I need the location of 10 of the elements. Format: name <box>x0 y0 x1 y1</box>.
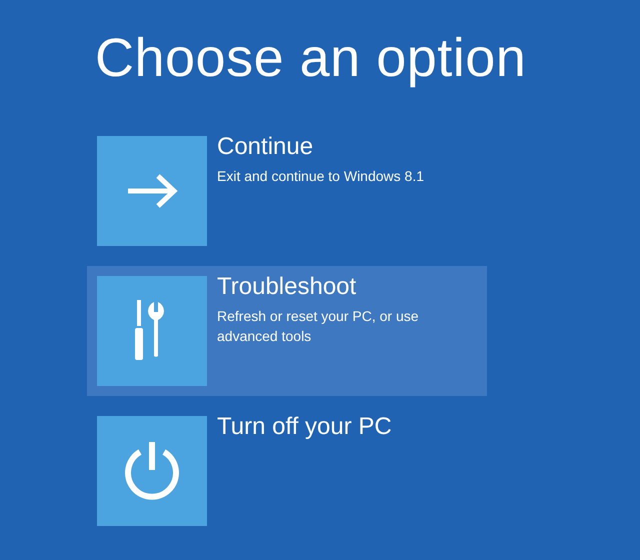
option-description: Refresh or reset your PC, or use advanced tools <box>217 307 420 346</box>
option-title: Troubleshoot <box>217 276 358 298</box>
option-title: Continue <box>217 136 314 158</box>
arrow-icon <box>126 173 178 209</box>
option-item[interactable]: Troubleshoot Refresh or reset your PC, or use advanced tools <box>87 266 487 396</box>
option-item[interactable]: Turn off your PC <box>87 406 487 536</box>
option-description: Exit and continue to Windows 8.1 <box>217 167 426 186</box>
page-title: Choose an option <box>95 27 528 90</box>
option-item[interactable]: Continue Exit and continue to Windows 8.1 <box>87 126 487 256</box>
option-title: Turn off your PC <box>217 416 392 438</box>
